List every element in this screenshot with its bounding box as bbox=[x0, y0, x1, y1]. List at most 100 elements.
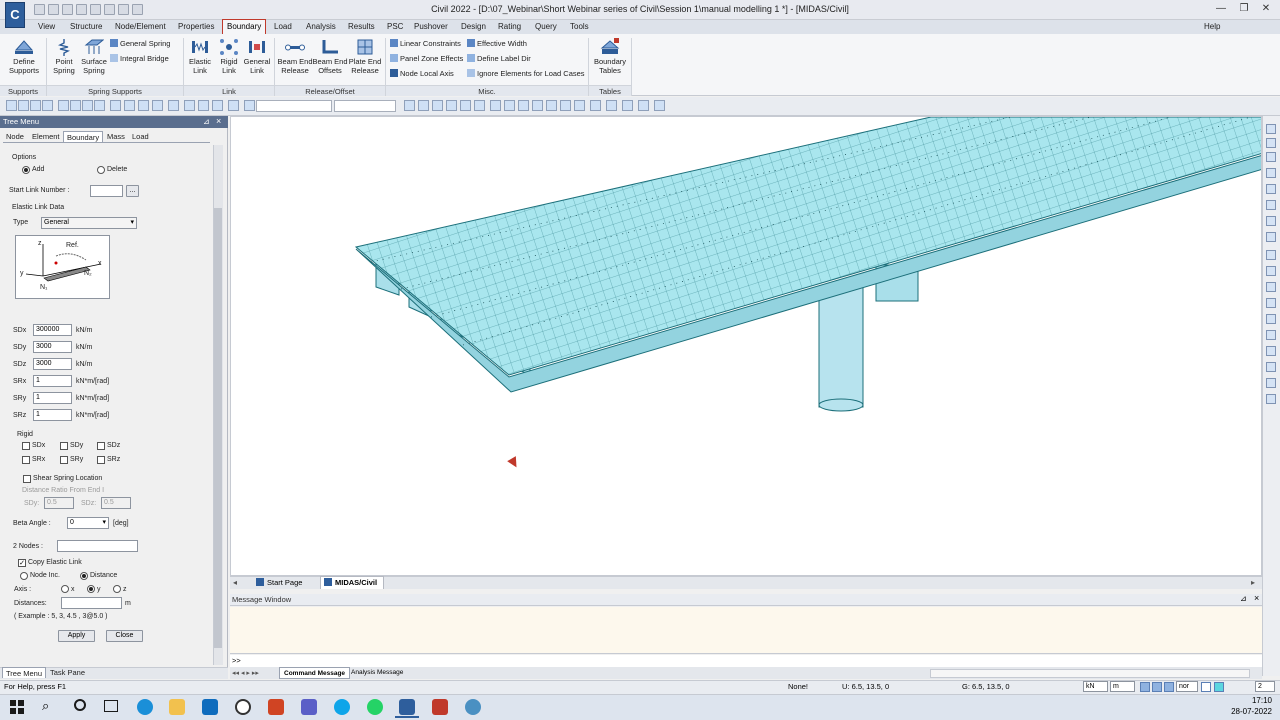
general-link-button[interactable]: General Link bbox=[243, 38, 271, 75]
message-tab-nav-icon[interactable]: ◂◂ ◂ ▸ ▸▸ bbox=[232, 669, 259, 677]
toolbar-tool-icon[interactable] bbox=[244, 100, 255, 111]
spring-srz-input[interactable]: 1 bbox=[33, 409, 72, 421]
tab-load[interactable]: Load bbox=[129, 131, 152, 142]
toolbar-tool-icon[interactable] bbox=[546, 100, 557, 111]
view-tool-icon[interactable] bbox=[1266, 282, 1276, 292]
toolbar-tool-icon[interactable] bbox=[432, 100, 443, 111]
force-unit-select[interactable]: kN bbox=[1083, 681, 1108, 692]
rigid-srx-checkbox[interactable] bbox=[22, 456, 30, 464]
integral-bridge-button[interactable]: Integral Bridge bbox=[110, 54, 169, 64]
beam-end-offsets-button[interactable]: Beam End Offsets bbox=[312, 38, 348, 75]
app-logo-icon[interactable]: C bbox=[5, 2, 25, 28]
model-viewport[interactable] bbox=[230, 116, 1262, 576]
toolbar-tool-icon[interactable] bbox=[504, 100, 515, 111]
toolbar-tool-icon[interactable] bbox=[228, 100, 239, 111]
tab-start-page[interactable]: Start Page bbox=[256, 577, 316, 588]
status-tool-icon[interactable] bbox=[1152, 682, 1162, 692]
tab-node[interactable]: Node bbox=[3, 131, 27, 142]
node-local-axis-button[interactable]: Node Local Axis bbox=[390, 69, 454, 79]
status-tool-icon[interactable] bbox=[1140, 682, 1150, 692]
task-view-icon[interactable] bbox=[104, 700, 118, 712]
undo-icon[interactable] bbox=[104, 4, 115, 15]
message-hscrollbar[interactable] bbox=[930, 669, 1250, 678]
tab-midas-civil[interactable]: MIDAS/Civil bbox=[320, 576, 384, 589]
distance-radio[interactable] bbox=[80, 572, 88, 580]
spring-sry-input[interactable]: 1 bbox=[33, 392, 72, 404]
windows-start-icon[interactable] bbox=[10, 700, 24, 714]
menu-results[interactable]: Results bbox=[344, 20, 379, 34]
toolbar-tool-icon[interactable] bbox=[70, 100, 81, 111]
message-close-icon[interactable]: × bbox=[1254, 593, 1259, 603]
toolbar-tool-icon[interactable] bbox=[110, 100, 121, 111]
edge-icon[interactable] bbox=[137, 699, 153, 715]
view-tool-icon[interactable] bbox=[1266, 378, 1276, 388]
distances-input[interactable] bbox=[61, 597, 122, 609]
spring-sdz-input[interactable]: 3000 bbox=[33, 358, 72, 370]
scroll-left-icon[interactable]: ◂ bbox=[233, 578, 237, 587]
toolbar-tool-icon[interactable] bbox=[590, 100, 601, 111]
toolbar-tool-icon[interactable] bbox=[474, 100, 485, 111]
menu-rating[interactable]: Rating bbox=[494, 20, 525, 34]
menu-structure[interactable]: Structure bbox=[66, 20, 106, 34]
rigid-link-button[interactable]: Rigid Link bbox=[215, 38, 243, 75]
toolbar-tool-icon[interactable] bbox=[622, 100, 633, 111]
toolbar-tool-icon[interactable] bbox=[82, 100, 93, 111]
page-select[interactable]: 2 bbox=[1255, 681, 1275, 692]
skype-icon[interactable] bbox=[334, 699, 350, 715]
view-tool-icon[interactable] bbox=[1266, 346, 1276, 356]
menu-node-element[interactable]: Node/Element bbox=[111, 20, 170, 34]
restore-icon[interactable]: ❐ bbox=[1236, 2, 1252, 16]
rigid-sry-checkbox[interactable] bbox=[60, 456, 68, 464]
toolbar-tool-icon[interactable] bbox=[6, 100, 17, 111]
toolbar-tool-icon[interactable] bbox=[574, 100, 585, 111]
define-label-dir-button[interactable]: Define Label Dir bbox=[467, 54, 531, 64]
command-line[interactable]: >> bbox=[230, 655, 1262, 667]
axis-y-radio[interactable] bbox=[87, 585, 95, 593]
tab-task-pane[interactable]: Task Pane bbox=[47, 667, 88, 678]
toolbar-tool-icon[interactable] bbox=[606, 100, 617, 111]
start-link-browse-button[interactable]: ... bbox=[126, 185, 139, 197]
view-tool-icon[interactable] bbox=[1266, 266, 1276, 276]
toolbar-tool-icon[interactable] bbox=[638, 100, 649, 111]
axis-x-radio[interactable] bbox=[61, 585, 69, 593]
copy-elastic-link-checkbox[interactable] bbox=[18, 559, 26, 567]
clock-app-icon[interactable] bbox=[235, 699, 251, 715]
sdz-ratio-input[interactable]: 0.5 bbox=[101, 497, 131, 509]
plate-end-release-button[interactable]: Plate End Release bbox=[347, 38, 383, 75]
scrollbar-thumb[interactable] bbox=[214, 208, 222, 648]
toolbar-tool-icon[interactable] bbox=[654, 100, 665, 111]
view-combo[interactable] bbox=[256, 100, 332, 112]
toolbar-tool-icon[interactable] bbox=[418, 100, 429, 111]
message-pin-icon[interactable]: ⊿ bbox=[1240, 594, 1247, 603]
length-unit-select[interactable]: m bbox=[1110, 681, 1135, 692]
view-tool-icon[interactable] bbox=[1266, 298, 1276, 308]
tab-boundary[interactable]: Boundary bbox=[63, 131, 104, 142]
select-combo[interactable] bbox=[334, 100, 396, 112]
ignore-elements-button[interactable]: Ignore Elements for Load Cases bbox=[467, 69, 585, 79]
boundary-tables-button[interactable]: Boundary Tables bbox=[592, 38, 628, 75]
general-spring-button[interactable]: General Spring bbox=[110, 39, 170, 49]
pin-icon[interactable]: ⊿ bbox=[203, 117, 210, 126]
tab-element[interactable]: Element bbox=[29, 131, 63, 142]
node-inc-radio[interactable] bbox=[20, 572, 28, 580]
toolbar-tool-icon[interactable] bbox=[94, 100, 105, 111]
tab-tree-menu[interactable]: Tree Menu bbox=[2, 667, 46, 678]
print-icon[interactable] bbox=[90, 4, 101, 15]
effective-width-button[interactable]: Effective Width bbox=[467, 39, 527, 49]
toolbar-tool-icon[interactable] bbox=[30, 100, 41, 111]
start-link-input[interactable] bbox=[90, 185, 123, 197]
menu-psc[interactable]: PSC bbox=[383, 20, 407, 34]
view-tool-icon[interactable] bbox=[1266, 314, 1276, 324]
rigid-srz-checkbox[interactable] bbox=[97, 456, 105, 464]
apply-button[interactable]: Apply bbox=[58, 630, 95, 642]
help-link[interactable]: Help bbox=[1200, 20, 1224, 34]
toolbar-tool-icon[interactable] bbox=[138, 100, 149, 111]
toolbar-tool-icon[interactable] bbox=[152, 100, 163, 111]
tab-command-message[interactable]: Command Message bbox=[279, 667, 351, 679]
acrobat-icon[interactable] bbox=[432, 699, 448, 715]
close-panel-icon[interactable]: × bbox=[216, 116, 221, 126]
menu-boundary[interactable]: Boundary bbox=[222, 19, 267, 35]
toolbar-tool-icon[interactable] bbox=[490, 100, 501, 111]
close-window-icon[interactable]: ✕ bbox=[1258, 2, 1274, 16]
toolbar-tool-icon[interactable] bbox=[58, 100, 69, 111]
